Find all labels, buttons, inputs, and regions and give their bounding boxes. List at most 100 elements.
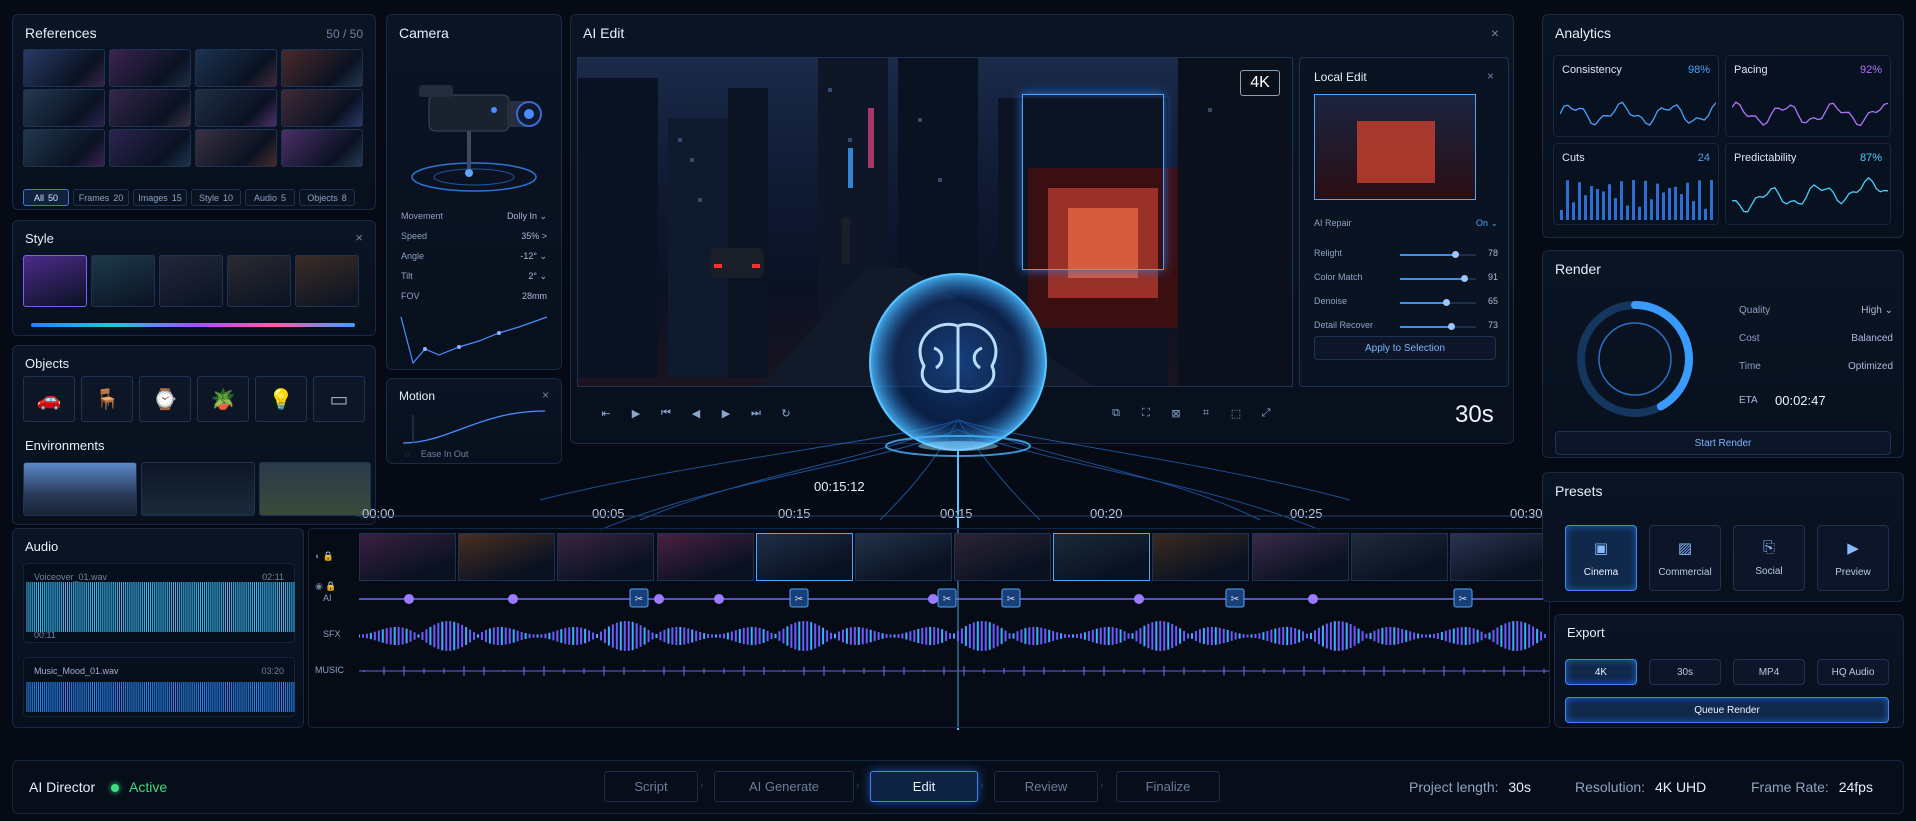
film-frame[interactable]	[1251, 533, 1349, 581]
preset-social[interactable]: ⎘ Social	[1733, 525, 1805, 591]
reference-thumbnail[interactable]	[195, 129, 277, 167]
play-icon[interactable]: ▶	[627, 407, 645, 420]
film-frame[interactable]	[1350, 533, 1448, 581]
skip-forward-icon[interactable]: ⏭	[747, 407, 765, 420]
export-option-mp4[interactable]: MP4	[1733, 659, 1805, 685]
step-finalize[interactable]: Finalize	[1116, 771, 1220, 802]
film-frame[interactable]	[557, 533, 655, 581]
environment-thumbnail[interactable]	[141, 462, 255, 516]
export-option-30s[interactable]: 30s	[1649, 659, 1721, 685]
filter-chip-frames[interactable]: Frames 20	[73, 189, 129, 206]
reference-thumbnail[interactable]	[195, 89, 277, 127]
reference-thumbnail[interactable]	[195, 49, 277, 87]
reference-thumbnail[interactable]	[23, 49, 105, 87]
reference-thumbnail[interactable]	[281, 89, 363, 127]
step-back-icon[interactable]: ◀	[687, 407, 705, 420]
track-visibility-icon[interactable]: ◐ 🔒	[315, 541, 337, 571]
ai-edit-close-icon[interactable]: ×	[1491, 25, 1499, 41]
local-edit-close-icon[interactable]: ×	[1487, 69, 1494, 83]
metric-predictability[interactable]: Predictability 87%	[1725, 143, 1891, 225]
plant-object[interactable]: 🪴	[197, 376, 249, 422]
crop-icon[interactable]: ⌗	[1197, 407, 1215, 420]
motion-close-icon[interactable]: ×	[542, 388, 549, 402]
expand-icon[interactable]: ⤢	[1257, 407, 1275, 420]
skip-back-icon[interactable]: ⏮	[657, 407, 675, 420]
step-forward-icon[interactable]: ▶	[717, 407, 735, 420]
slider-track[interactable]	[1400, 299, 1476, 306]
ai-repair-value[interactable]: On ⌄	[1476, 218, 1498, 229]
trim-icon[interactable]: ⧉	[1107, 407, 1125, 420]
loop-icon[interactable]: ↻	[777, 407, 795, 420]
ai-repair-row[interactable]: AI Repair On ⌄	[1314, 218, 1498, 229]
style-thumbnail[interactable]	[159, 255, 223, 307]
film-frame[interactable]	[954, 533, 1052, 581]
step-edit[interactable]: Edit	[870, 771, 978, 802]
slider-handle[interactable]	[1460, 275, 1468, 282]
reference-thumbnail[interactable]	[109, 49, 191, 87]
style-thumbnail[interactable]	[23, 255, 87, 307]
video-filmstrip[interactable]	[359, 533, 1549, 581]
style-thumbnail[interactable]	[295, 255, 359, 307]
reference-thumbnail[interactable]	[23, 89, 105, 127]
sfx-track[interactable]	[359, 619, 1549, 653]
reference-thumbnail[interactable]	[109, 89, 191, 127]
camera-row-movement[interactable]: Movement Dolly In ⌄	[401, 211, 547, 222]
chair-object[interactable]: 🪑	[81, 376, 133, 422]
camera-row-angle[interactable]: Angle -12° ⌄	[401, 251, 547, 262]
slider-track[interactable]	[1400, 323, 1476, 330]
export-option-hq-audio[interactable]: HQ Audio	[1817, 659, 1889, 685]
render-row-quality[interactable]: Quality High ⌄	[1739, 305, 1893, 316]
metric-consistency[interactable]: Consistency 98%	[1553, 55, 1719, 137]
select-icon[interactable]: ⊠	[1167, 407, 1185, 420]
style-thumbnail[interactable]	[91, 255, 155, 307]
render-row-cost[interactable]: Cost Balanced	[1739, 333, 1893, 344]
car-object[interactable]: 🚗	[23, 376, 75, 422]
preset-cinema[interactable]: ▣ Cinema	[1565, 525, 1637, 591]
style-close-icon[interactable]: ×	[355, 230, 363, 245]
reference-thumbnail[interactable]	[23, 129, 105, 167]
apply-selection-button[interactable]: Apply to Selection	[1314, 336, 1496, 360]
table-object[interactable]: ▭	[313, 376, 365, 422]
reference-thumbnail[interactable]	[109, 129, 191, 167]
filter-chip-all[interactable]: All 50	[23, 189, 69, 206]
camera-row-speed[interactable]: Speed 35% >	[401, 231, 547, 241]
metric-pacing[interactable]: Pacing 92%	[1725, 55, 1891, 137]
video-preview[interactable]: 4K	[577, 57, 1293, 387]
slider-track[interactable]	[1400, 275, 1476, 282]
film-frame[interactable]	[1449, 533, 1547, 581]
fit-icon[interactable]: ⛶	[1137, 407, 1155, 420]
style-thumbnail[interactable]	[227, 255, 291, 307]
prev-frame-icon[interactable]: ⇤	[597, 407, 615, 420]
reference-thumbnail[interactable]	[281, 49, 363, 87]
audio-track-voiceover[interactable]: Voiceover_01.wav 02:11 00:11	[23, 563, 295, 643]
step-script[interactable]: Script	[604, 771, 698, 802]
queue-render-button[interactable]: Queue Render	[1565, 697, 1889, 723]
lamp-object[interactable]: 💡	[255, 376, 307, 422]
preset-commercial[interactable]: ▨ Commercial	[1649, 525, 1721, 591]
slider-handle[interactable]	[1442, 299, 1450, 306]
export-option-4k[interactable]: 4K	[1565, 659, 1637, 685]
film-frame[interactable]	[656, 533, 754, 581]
preset-preview[interactable]: ▶ Preview	[1817, 525, 1889, 591]
metric-cuts[interactable]: Cuts 24	[1553, 143, 1719, 225]
environment-thumbnail[interactable]	[23, 462, 137, 516]
film-frame[interactable]	[854, 533, 952, 581]
camera-row-tilt[interactable]: Tilt 2° ⌄	[401, 271, 547, 282]
filter-chip-style[interactable]: Style 10	[191, 189, 241, 206]
film-frame[interactable]	[755, 533, 853, 581]
camera-row-fov[interactable]: FOV 28mm	[401, 291, 547, 301]
step-review[interactable]: Review	[994, 771, 1098, 802]
film-frame[interactable]	[1053, 533, 1151, 581]
local-edit-thumbnail[interactable]	[1314, 94, 1476, 200]
slider-handle[interactable]	[1451, 251, 1459, 258]
audio-track-music[interactable]: Music_Mood_01.wav 03:20	[23, 657, 295, 717]
watch-object[interactable]: ⌚	[139, 376, 191, 422]
environment-thumbnail[interactable]	[259, 462, 371, 516]
style-gradient-slider[interactable]	[31, 323, 355, 327]
film-frame[interactable]	[1152, 533, 1250, 581]
render-row-time[interactable]: Time Optimized	[1739, 361, 1893, 372]
step-ai-generate[interactable]: AI Generate	[714, 771, 854, 802]
film-frame[interactable]	[458, 533, 556, 581]
start-render-button[interactable]: Start Render	[1555, 431, 1891, 455]
film-frame[interactable]	[359, 533, 457, 581]
